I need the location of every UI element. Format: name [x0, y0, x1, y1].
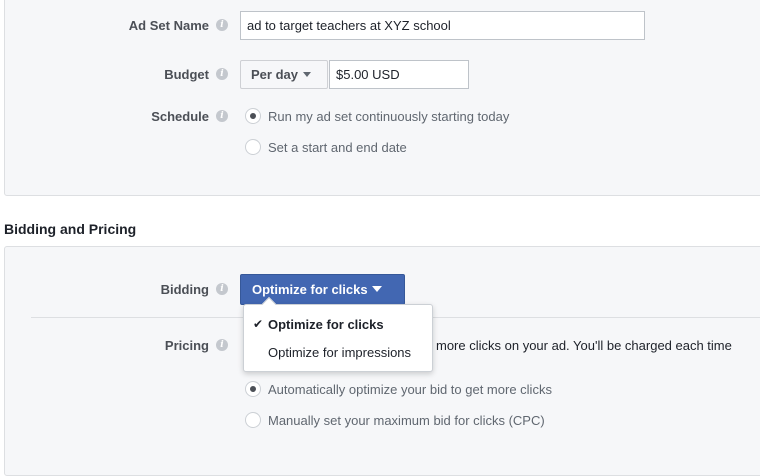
info-icon[interactable]: i	[216, 110, 228, 122]
pricing-auto-radio[interactable]	[245, 381, 261, 397]
dropdown-item-label: Optimize for clicks	[268, 317, 384, 332]
bidding-label: Bidding	[160, 282, 209, 297]
budget-period-select[interactable]: Per day	[240, 60, 328, 89]
dropdown-item-label: Optimize for impressions	[268, 345, 412, 360]
pricing-label: Pricing	[164, 338, 209, 353]
bidding-button-label: Optimize for clicks	[252, 282, 368, 297]
dropdown-item-optimize-impressions[interactable]: Optimize for impressions	[244, 345, 432, 360]
schedule-continuous-label[interactable]: Run my ad set continuously starting toda…	[268, 109, 509, 124]
info-icon[interactable]: i	[216, 339, 228, 351]
bidding-dropdown-menu: ✔ Optimize for clicks Optimize for impre…	[243, 296, 433, 372]
schedule-continuous-radio[interactable]	[245, 108, 261, 124]
ad-set-name-label: Ad Set Name	[128, 18, 209, 33]
schedule-start-end-radio[interactable]	[245, 139, 261, 155]
dropdown-item-optimize-clicks[interactable]: ✔ Optimize for clicks	[244, 317, 432, 332]
section-title: Bidding and Pricing	[4, 221, 137, 237]
budget-period-label: Per day	[251, 67, 298, 82]
budget-amount-input[interactable]: $5.00 USD	[329, 60, 469, 89]
ad-set-name-input[interactable]: ad to target teachers at XYZ school	[240, 11, 645, 40]
info-icon[interactable]: i	[216, 68, 228, 80]
pricing-manual-label[interactable]: Manually set your maximum bid for clicks…	[268, 413, 545, 428]
check-icon: ✔	[253, 317, 264, 331]
budget-label: Budget	[164, 67, 209, 82]
pricing-manual-radio[interactable]	[245, 412, 261, 428]
caret-down-icon	[302, 72, 311, 78]
pricing-description: more clicks on your ad. You'll be charge…	[436, 338, 732, 353]
caret-down-icon	[371, 286, 382, 293]
schedule-label: Schedule	[151, 109, 209, 124]
info-icon[interactable]: i	[216, 283, 228, 295]
schedule-start-end-label[interactable]: Set a start and end date	[268, 140, 407, 155]
pricing-auto-label[interactable]: Automatically optimize your bid to get m…	[268, 382, 552, 397]
info-icon[interactable]: i	[216, 19, 228, 31]
